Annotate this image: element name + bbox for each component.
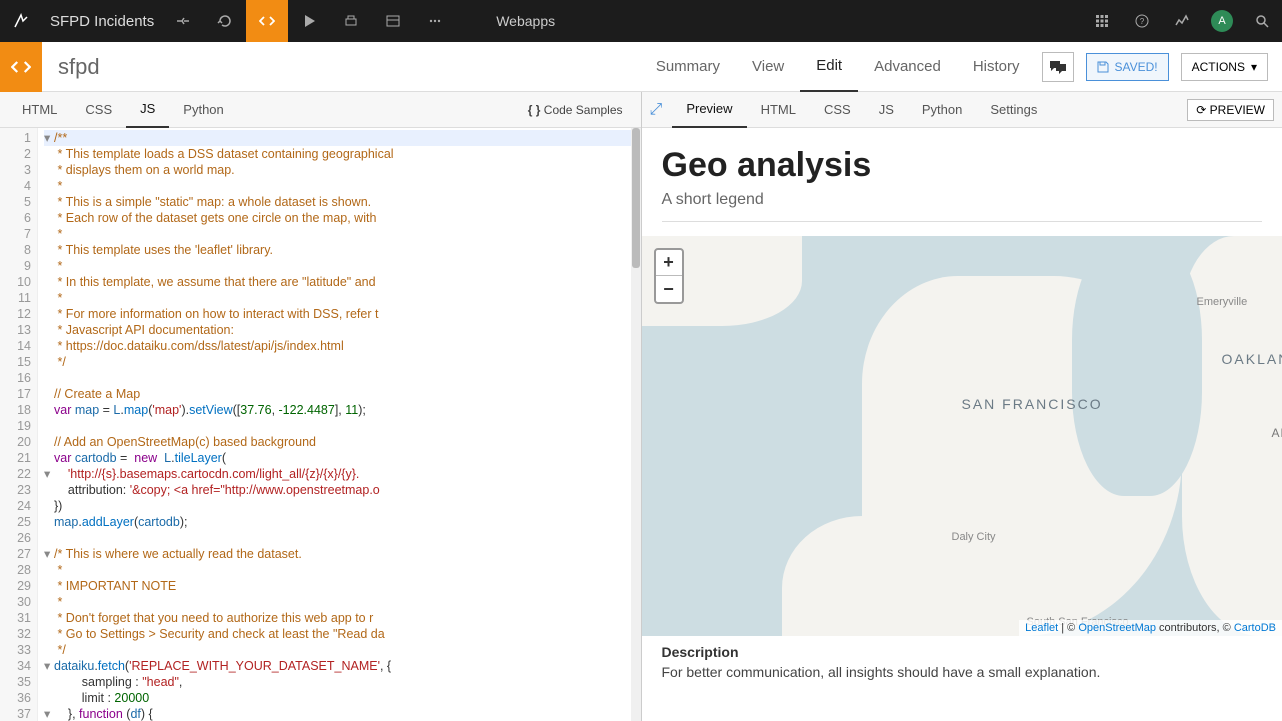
- map-attribution: Leaflet | © OpenStreetMap contributors, …: [1019, 620, 1282, 636]
- preview-content: Geo analysis A short legend San Francisc…: [642, 128, 1282, 721]
- main: HTMLCSSJSPython { } Code Samples 1234567…: [0, 92, 1282, 721]
- carto-link[interactable]: CartoDB: [1234, 622, 1276, 634]
- preview-tab-css[interactable]: CSS: [810, 92, 865, 128]
- breadcrumb[interactable]: Webapps: [496, 13, 555, 29]
- line-gutter: 1234567891011121314151617181920212223242…: [0, 128, 38, 721]
- label-oakland: Oakland: [1222, 351, 1282, 367]
- zoom-out-button[interactable]: −: [656, 276, 682, 302]
- apps-icon[interactable]: [1082, 0, 1122, 42]
- label-emeryville: Emeryville: [1197, 296, 1248, 308]
- editor-scrollbar[interactable]: [631, 128, 641, 721]
- refresh-icon[interactable]: [204, 0, 246, 42]
- chevron-down-icon: ▾: [1251, 60, 1257, 74]
- avatar-letter: A: [1211, 10, 1233, 32]
- actions-button[interactable]: ACTIONS ▾: [1181, 53, 1268, 81]
- help-icon[interactable]: ?: [1122, 0, 1162, 42]
- label-alameda: Alameda: [1272, 426, 1282, 440]
- desc-title: Description: [662, 644, 739, 660]
- osm-link[interactable]: OpenStreetMap: [1078, 622, 1156, 634]
- preview-description: Description For better communication, al…: [662, 636, 1263, 688]
- label-sf: San Francisco: [962, 396, 1103, 412]
- preview-legend: A short legend: [662, 191, 1263, 222]
- label-daly: Daly City: [952, 531, 996, 543]
- discuss-button[interactable]: [1042, 52, 1074, 82]
- subtab-history[interactable]: History: [957, 42, 1036, 92]
- map[interactable]: San Francisco Oakland Alameda Piedmont E…: [642, 236, 1282, 636]
- print-icon[interactable]: [330, 0, 372, 42]
- preview-tab-settings[interactable]: Settings: [976, 92, 1051, 128]
- svg-text:?: ?: [1140, 17, 1145, 26]
- code-samples-button[interactable]: { } Code Samples: [528, 103, 633, 117]
- desc-text: For better communication, all insights s…: [662, 664, 1263, 680]
- code-body[interactable]: ▾/** * This template loads a DSS dataset…: [38, 128, 641, 721]
- subtab-summary[interactable]: Summary: [640, 42, 736, 92]
- more-icon[interactable]: [414, 0, 456, 42]
- flow-icon[interactable]: [162, 0, 204, 42]
- preview-tabbar: ⤢ PreviewHTMLCSSJSPythonSettings ⟳ PREVI…: [642, 92, 1282, 128]
- code-icon[interactable]: [246, 0, 288, 42]
- preview-tab-html[interactable]: HTML: [747, 92, 810, 128]
- project-title[interactable]: SFPD Incidents: [42, 13, 162, 30]
- layout-icon[interactable]: [372, 0, 414, 42]
- editor-tab-css[interactable]: CSS: [71, 92, 126, 128]
- preview-tab-preview[interactable]: Preview: [672, 92, 746, 128]
- preview-refresh-button[interactable]: ⟳ PREVIEW: [1187, 99, 1274, 121]
- file-type-icon: [0, 42, 42, 92]
- editor-tab-js[interactable]: JS: [126, 92, 169, 128]
- save-button[interactable]: SAVED!: [1086, 53, 1169, 81]
- avatar[interactable]: A: [1202, 0, 1242, 42]
- map-zoom-controls: + −: [654, 248, 684, 304]
- editor-tab-python[interactable]: Python: [169, 92, 237, 128]
- leaflet-link[interactable]: Leaflet: [1025, 622, 1058, 634]
- editor-tabbar: HTMLCSSJSPython { } Code Samples: [0, 92, 641, 128]
- preview-tab-js[interactable]: JS: [865, 92, 908, 128]
- zoom-in-button[interactable]: +: [656, 250, 682, 276]
- code-editor[interactable]: 1234567891011121314151617181920212223242…: [0, 128, 641, 721]
- activity-icon[interactable]: [1162, 0, 1202, 42]
- subheader: sfpd SummaryViewEditAdvancedHistory SAVE…: [0, 42, 1282, 92]
- preview-tab-python[interactable]: Python: [908, 92, 976, 128]
- file-name[interactable]: sfpd: [42, 54, 116, 80]
- preview-panel: ⤢ PreviewHTMLCSSJSPythonSettings ⟳ PREVI…: [642, 92, 1282, 721]
- app-logo[interactable]: [0, 0, 42, 42]
- subtab-view[interactable]: View: [736, 42, 800, 92]
- preview-title: Geo analysis: [662, 146, 1263, 185]
- save-label: SAVED!: [1115, 60, 1158, 74]
- topbar: SFPD Incidents Webapps ? A: [0, 0, 1282, 42]
- editor-tab-html[interactable]: HTML: [8, 92, 71, 128]
- subtab-advanced[interactable]: Advanced: [858, 42, 957, 92]
- actions-label: ACTIONS: [1192, 60, 1245, 74]
- play-icon[interactable]: [288, 0, 330, 42]
- subtab-edit[interactable]: Edit: [800, 42, 858, 92]
- editor-panel: HTMLCSSJSPython { } Code Samples 1234567…: [0, 92, 642, 721]
- search-icon[interactable]: [1242, 0, 1282, 42]
- scrollbar-thumb[interactable]: [632, 128, 640, 268]
- expand-icon[interactable]: ⤢: [650, 101, 663, 119]
